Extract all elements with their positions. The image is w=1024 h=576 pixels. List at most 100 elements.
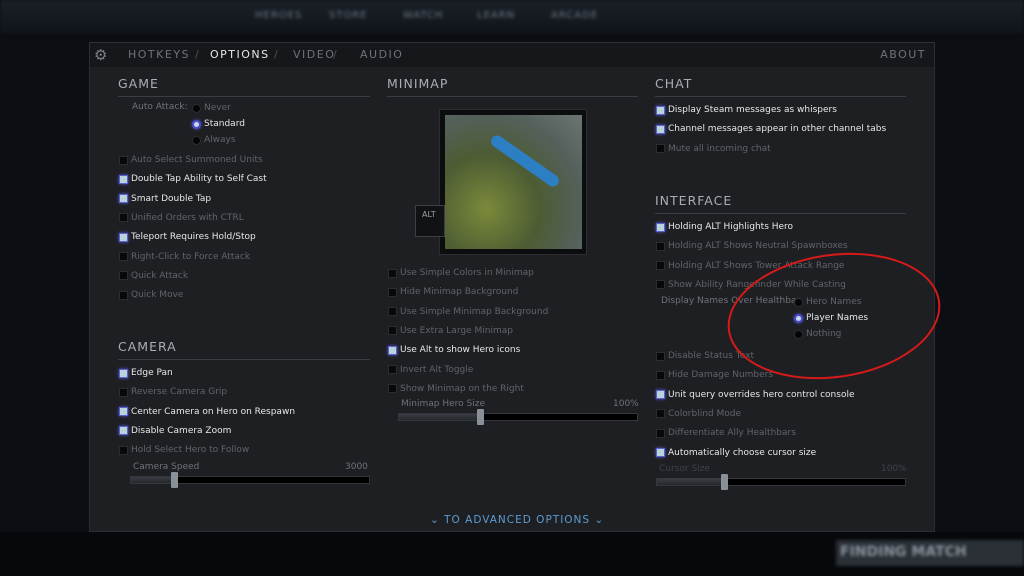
checkbox-label: Auto Select Summoned Units: [131, 155, 263, 165]
checkbox[interactable]: [119, 252, 128, 261]
checkbox-option[interactable]: Smart Double Tap: [119, 192, 211, 206]
checkbox[interactable]: [388, 307, 397, 317]
checkbox-option[interactable]: Use Alt to show Hero icons: [388, 343, 520, 357]
checkbox[interactable]: [388, 345, 397, 355]
tab-audio[interactable]: AUDIO: [360, 48, 403, 61]
slider-thumb[interactable]: [170, 472, 178, 488]
checkbox-option[interactable]: Disable Camera Zoom: [119, 424, 231, 438]
checkbox[interactable]: [119, 445, 128, 455]
checkbox-label: Reverse Camera Grip: [131, 387, 228, 398]
checkbox-option[interactable]: Use Simple Colors in Minimap: [388, 266, 534, 280]
divider: [655, 213, 906, 214]
tab-video[interactable]: VIDEO: [293, 48, 335, 61]
radio-option[interactable]: Never: [192, 101, 231, 115]
checkbox[interactable]: [656, 144, 665, 154]
checkbox[interactable]: [388, 384, 397, 394]
checkbox-option[interactable]: Center Camera on Hero on Respawn: [119, 405, 295, 419]
top-nav-blurred: HEROES STORE WATCH LEARN ARCADE: [0, 0, 1024, 34]
checkbox[interactable]: [656, 124, 665, 134]
radio-option[interactable]: Nothing: [794, 327, 841, 341]
radio-option[interactable]: Player Names: [794, 311, 868, 325]
slider[interactable]: [656, 474, 906, 490]
checkbox-option[interactable]: Auto Select Summoned Units: [119, 153, 263, 167]
checkbox-option[interactable]: Double Tap Ability to Self Cast: [119, 172, 267, 186]
checkbox-option[interactable]: Automatically choose cursor size: [656, 446, 816, 460]
checkbox-option[interactable]: Show Minimap on the Right: [388, 382, 524, 396]
radio[interactable]: [192, 135, 201, 145]
section-title: CAMERA: [118, 339, 177, 354]
checkbox[interactable]: [656, 428, 665, 438]
checkbox[interactable]: [656, 370, 665, 380]
tab-hotkeys[interactable]: HOTKEYS: [128, 48, 190, 61]
checkbox[interactable]: [119, 194, 128, 204]
checkbox-option[interactable]: Quick Move: [119, 288, 183, 302]
checkbox-label: Teleport Requires Hold/Stop: [131, 232, 256, 243]
checkbox-option[interactable]: Disable Status Text: [656, 349, 754, 363]
checkbox[interactable]: [119, 407, 128, 417]
radio[interactable]: [794, 297, 803, 307]
checkbox-option[interactable]: Channel messages appear in other channel…: [656, 122, 886, 136]
checkbox[interactable]: [656, 351, 665, 361]
checkbox[interactable]: [119, 271, 128, 281]
checkbox[interactable]: [656, 409, 665, 419]
checkbox-option[interactable]: Use Extra Large Minimap: [388, 324, 513, 338]
checkbox-option[interactable]: Show Ability Rangefinder While Casting: [656, 278, 846, 292]
checkbox-option[interactable]: Unit query overrides hero control consol…: [656, 388, 855, 402]
checkbox-option[interactable]: Quick Attack: [119, 269, 188, 283]
checkbox[interactable]: [656, 390, 665, 400]
chevron-down-icon: ⌄: [430, 514, 445, 526]
checkbox[interactable]: [119, 426, 128, 436]
checkbox[interactable]: [119, 174, 128, 184]
checkbox[interactable]: [656, 261, 665, 271]
tab-options[interactable]: OPTIONS: [210, 48, 270, 61]
slider[interactable]: [398, 409, 638, 425]
checkbox[interactable]: [656, 105, 665, 115]
radio[interactable]: [192, 103, 201, 113]
radio[interactable]: [794, 313, 803, 323]
checkbox[interactable]: [119, 368, 128, 378]
checkbox-option[interactable]: Invert Alt Toggle: [388, 363, 473, 377]
checkbox[interactable]: [119, 290, 128, 300]
checkbox-option[interactable]: Display Steam messages as whispers: [656, 103, 837, 117]
checkbox-option[interactable]: Mute all incoming chat: [656, 142, 771, 156]
checkbox-label: Show Minimap on the Right: [400, 383, 524, 394]
checkbox[interactable]: [119, 232, 128, 242]
checkbox[interactable]: [388, 365, 397, 374]
checkbox-option[interactable]: Holding ALT Shows Tower Attack Range: [656, 259, 844, 273]
radio-option[interactable]: Standard: [192, 117, 245, 131]
checkbox[interactable]: [119, 213, 128, 223]
slider-thumb[interactable]: [476, 409, 484, 425]
checkbox[interactable]: [388, 268, 397, 278]
radio[interactable]: [794, 329, 803, 339]
checkbox[interactable]: [656, 280, 665, 290]
checkbox-option[interactable]: Holding ALT Highlights Hero: [656, 220, 793, 234]
checkbox-option[interactable]: Hide Damage Numbers: [656, 368, 773, 382]
checkbox[interactable]: [656, 222, 665, 232]
checkbox-option[interactable]: Holding ALT Shows Neutral Spawnboxes: [656, 239, 848, 253]
checkbox[interactable]: [656, 448, 665, 457]
checkbox-option[interactable]: Edge Pan: [119, 366, 173, 380]
checkbox-option[interactable]: Right-Click to Force Attack: [119, 250, 250, 264]
checkbox[interactable]: [119, 387, 128, 397]
radio-option[interactable]: Hero Names: [794, 295, 861, 309]
checkbox-option[interactable]: Unified Orders with CTRL: [119, 211, 244, 225]
checkbox-label: Unified Orders with CTRL: [131, 212, 244, 223]
checkbox-option[interactable]: Reverse Camera Grip: [119, 385, 227, 399]
checkbox-option[interactable]: Hold Select Hero to Follow: [119, 443, 249, 457]
checkbox[interactable]: [388, 326, 397, 336]
checkbox-option[interactable]: Differentiate Ally Healthbars: [656, 426, 796, 440]
about-button[interactable]: ABOUT: [880, 48, 926, 61]
slider[interactable]: [130, 472, 370, 488]
slider-thumb[interactable]: [720, 474, 728, 490]
checkbox-option[interactable]: Use Simple Minimap Background: [388, 305, 548, 319]
advanced-options-button[interactable]: ⌄ TO ADVANCED OPTIONS ⌄: [430, 514, 604, 526]
checkbox-option[interactable]: Colorblind Mode: [656, 407, 741, 421]
checkbox[interactable]: [388, 287, 397, 297]
checkbox-option[interactable]: Hide Minimap Background: [388, 285, 518, 299]
checkbox[interactable]: [656, 241, 665, 251]
checkbox-label: Display Steam messages as whispers: [668, 105, 837, 115]
checkbox[interactable]: [119, 155, 128, 165]
checkbox-option[interactable]: Teleport Requires Hold/Stop: [119, 230, 256, 244]
radio[interactable]: [192, 119, 201, 129]
radio-option[interactable]: Always: [192, 133, 236, 147]
